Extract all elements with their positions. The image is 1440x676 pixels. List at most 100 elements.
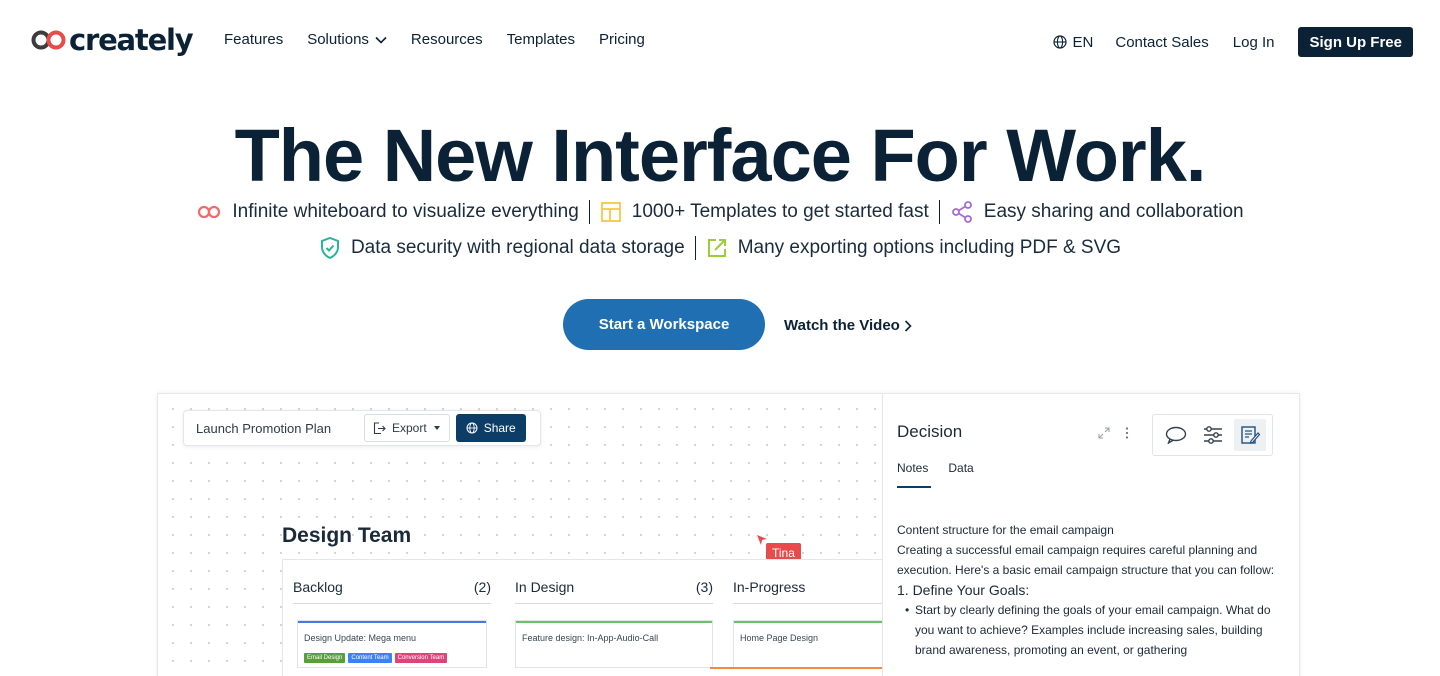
notes-paragraph: Creating a successful email campaign req… <box>897 543 1275 577</box>
orange-connector-line <box>710 667 882 669</box>
document-name[interactable]: Launch Promotion Plan <box>196 421 364 436</box>
kanban-card[interactable]: Feature design: In-App-Audio-Call <box>515 620 713 668</box>
creately-logo-icon <box>31 30 66 50</box>
notes-edit-button[interactable] <box>1233 419 1266 451</box>
panel-tabs: Notes Data <box>897 461 994 475</box>
app-preview: Launch Promotion Plan Export Share Desig… <box>157 393 1300 676</box>
share-label: Share <box>483 421 516 435</box>
shield-icon <box>320 236 339 260</box>
feature-text: 1000+ Templates to get started fast <box>631 201 929 222</box>
more-vertical-icon[interactable] <box>1125 426 1129 440</box>
sign-up-button[interactable]: Sign Up Free <box>1298 27 1413 57</box>
chevron-right-icon <box>904 319 912 332</box>
infinity-icon <box>198 205 221 219</box>
tag-content-team: Content Team <box>348 653 392 663</box>
feature-text: Many exporting options including PDF & S… <box>737 237 1122 258</box>
language-selector[interactable]: EN <box>1052 33 1094 51</box>
nav-features[interactable]: Features <box>224 31 283 48</box>
column-divider <box>293 603 491 604</box>
feature-sharing: Easy sharing and collaboration <box>950 200 1244 224</box>
column-title: Backlog <box>293 579 343 595</box>
export-button[interactable]: Export <box>364 414 450 442</box>
caret-down-icon <box>433 426 440 430</box>
notes-intro: Content structure for the email campaign <box>897 523 1114 537</box>
comment-button[interactable] <box>1160 419 1192 451</box>
contact-sales-link[interactable]: Contact Sales <box>1115 34 1208 51</box>
card-accent-bar <box>516 621 712 623</box>
watch-video-label: Watch the Video <box>784 317 900 334</box>
feature-divider <box>588 200 590 224</box>
settings-sliders-button[interactable] <box>1197 419 1229 451</box>
start-workspace-button[interactable]: Start a Workspace <box>563 299 765 350</box>
creately-logo[interactable]: creately <box>31 23 194 57</box>
log-in-link[interactable]: Log In <box>1233 34 1275 51</box>
feature-list-row-1: Infinite whiteboard to visualize everyth… <box>0 200 1440 224</box>
feature-divider <box>938 200 940 224</box>
column-header: In Design (3) <box>515 579 713 595</box>
language-label: EN <box>1072 33 1094 51</box>
panel-title: Decision <box>897 422 963 441</box>
feature-infinite-whiteboard: Infinite whiteboard to visualize everyth… <box>196 201 579 223</box>
column-count: (2) <box>473 579 491 595</box>
globe-icon <box>466 422 478 434</box>
logo-wordmark: creately <box>69 23 194 57</box>
tag-email-design: Email Design <box>304 653 346 663</box>
sliders-icon <box>1203 426 1222 444</box>
feature-text: Infinite whiteboard to visualize everyth… <box>232 201 579 222</box>
feature-text: Data security with regional data storage <box>350 237 685 258</box>
card-title: Design Update: Mega menu <box>304 633 417 643</box>
card-accent-bar <box>298 621 486 623</box>
column-count: (3) <box>695 579 713 595</box>
card-accent-bar <box>734 621 892 623</box>
card-title: Home Page Design <box>740 633 819 643</box>
export-file-icon <box>373 421 386 434</box>
template-icon <box>600 202 621 222</box>
edit-note-icon <box>1240 426 1260 444</box>
feature-divider <box>694 236 696 260</box>
nav-solutions[interactable]: Solutions <box>307 31 387 48</box>
column-header: Backlog (2) <box>293 579 491 595</box>
column-title: In-Progress <box>733 579 806 595</box>
notes-bullet: Start by clearly defining the goals of y… <box>905 600 1287 660</box>
column-divider <box>515 603 713 604</box>
feature-text: Easy sharing and collaboration <box>983 201 1244 222</box>
nav-actions: EN Contact Sales Log In Sign Up Free <box>1052 27 1413 57</box>
panel-window-controls <box>1097 426 1129 440</box>
active-tab-indicator <box>897 486 931 488</box>
kanban-column-in-design: In Design (3) Feature design: In-App-Aud… <box>505 560 723 676</box>
share-icon <box>951 201 972 223</box>
nav-pricing[interactable]: Pricing <box>599 31 645 48</box>
feature-list-row-2: Data security with regional data storage… <box>0 236 1440 260</box>
column-title: In Design <box>515 579 575 595</box>
watch-video-link[interactable]: Watch the Video <box>784 317 912 334</box>
nav-solutions-label: Solutions <box>307 31 369 48</box>
chevron-down-icon <box>375 36 387 44</box>
share-button[interactable]: Share <box>455 414 526 442</box>
kanban-column-backlog: Backlog (2) Design Update: Mega menu Ema… <box>283 560 501 676</box>
nav-templates[interactable]: Templates <box>507 31 575 48</box>
board-title: Design Team <box>282 524 412 547</box>
card-title: Feature design: In-App-Audio-Call <box>522 633 659 643</box>
decision-side-panel: Decision Notes Data Content structure fo… <box>882 394 1299 676</box>
hero-title: The New Interface For Work. <box>234 114 1207 197</box>
nav-resources[interactable]: Resources <box>411 31 483 48</box>
tab-notes[interactable]: Notes <box>897 461 928 475</box>
column-header: In-Progress <box>733 579 893 595</box>
panel-tool-group <box>1152 414 1273 456</box>
export-icon <box>707 239 726 257</box>
kanban-card[interactable]: Home Page Design <box>733 620 893 668</box>
main-menu: Features Solutions Resources Templates P… <box>224 31 669 48</box>
feature-data-security: Data security with regional data storage <box>319 236 685 260</box>
feature-templates: 1000+ Templates to get started fast <box>600 201 929 223</box>
whiteboard-canvas[interactable]: Launch Promotion Plan Export Share Desig… <box>158 394 893 676</box>
comment-icon <box>1165 426 1186 444</box>
kanban-board: Backlog (2) Design Update: Mega menu Ema… <box>282 559 893 676</box>
tag-conversion-team: Conversion Team <box>394 653 448 663</box>
export-label: Export <box>392 421 427 435</box>
expand-icon[interactable] <box>1097 426 1111 440</box>
kanban-card[interactable]: Design Update: Mega menu Email Design Co… <box>297 620 487 668</box>
feature-exporting: Many exporting options including PDF & S… <box>706 237 1121 259</box>
notes-heading: 1. Define Your Goals: <box>897 582 1030 598</box>
notes-content[interactable]: Content structure for the email campaign… <box>897 520 1287 660</box>
tab-data[interactable]: Data <box>948 461 973 475</box>
